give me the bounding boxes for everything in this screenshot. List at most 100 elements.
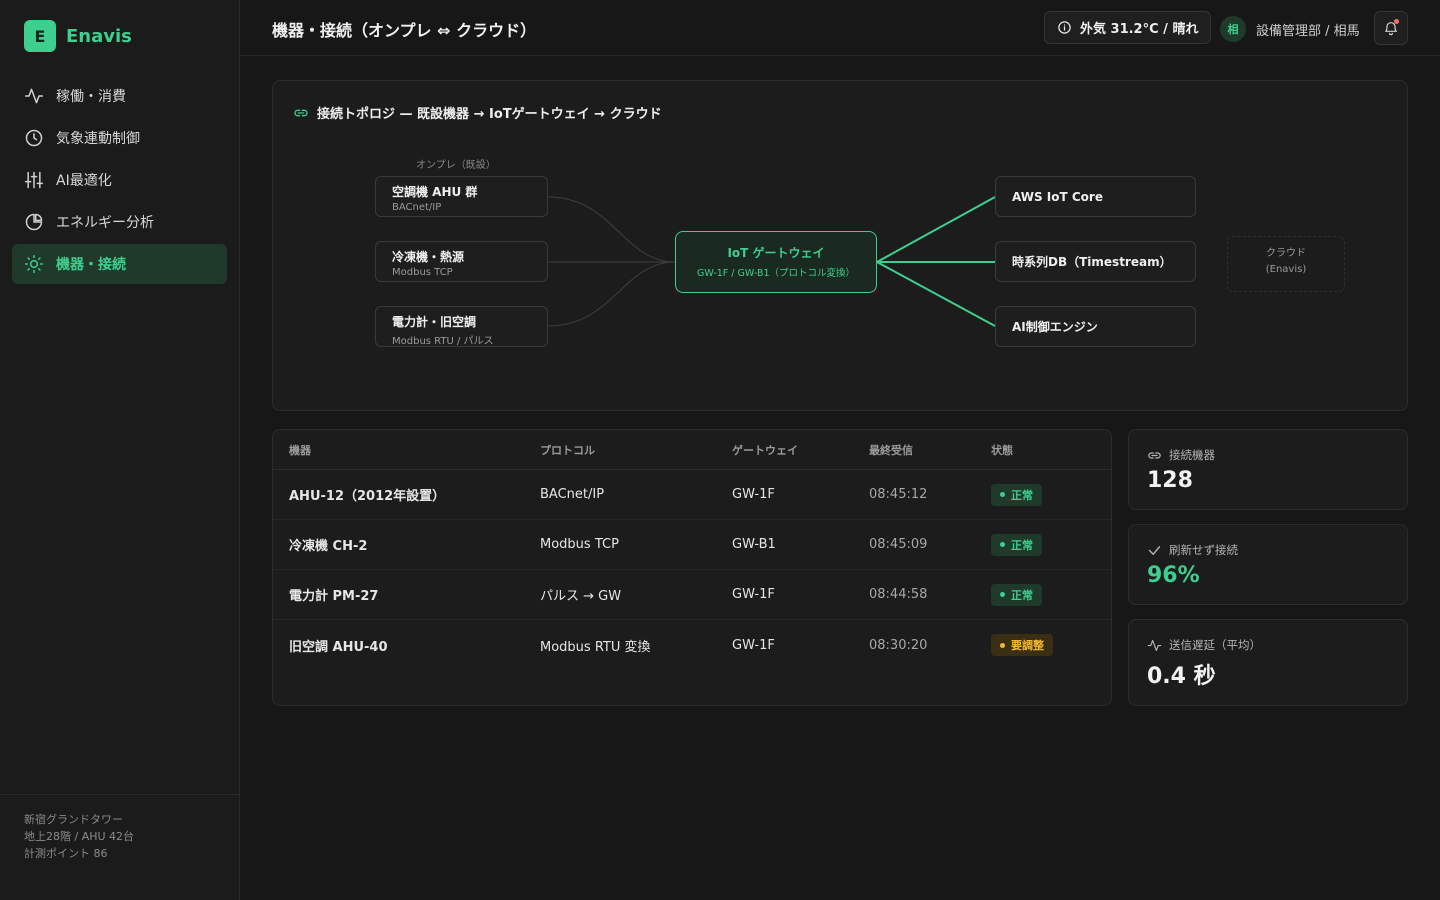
building-floors: 地上28階 / AHU 42台: [24, 830, 135, 843]
sliders-icon: [24, 171, 44, 189]
link-icon: [1148, 451, 1161, 459]
status-badge: 正常: [991, 533, 1042, 556]
stat-value: 96%: [1147, 563, 1200, 588]
col-device[interactable]: 機器: [289, 442, 311, 458]
link-gateway-iotcore: [876, 196, 996, 263]
cloud-group-label: クラウド (Enavis): [1227, 236, 1345, 292]
cell-gateway: GW-B1: [732, 537, 776, 552]
node-aws-iot-core[interactable]: AWS IoT Core: [995, 176, 1196, 217]
node-chiller[interactable]: 冷凍機・熱源 Modbus TCP: [375, 241, 548, 282]
stat-label-text: 接続機器: [1169, 448, 1215, 462]
cloud-label: クラウド: [1266, 248, 1306, 259]
node-timestream[interactable]: 時系列DB（Timestream）: [995, 241, 1196, 282]
node-title: 空調機 AHU 群: [392, 185, 478, 199]
cell-gateway: GW-1F: [732, 587, 775, 602]
user-menu[interactable]: 相 設備管理部 / 相馬: [1220, 16, 1360, 42]
sidebar-nav: 稼働・消費 気象連動制御 AI最適化 エネルギー分析 機器・接続: [12, 76, 227, 286]
sidebar-item-label: 稼働・消費: [56, 89, 126, 105]
header: 機器・接続（オンプレ ⇔ クラウド） 外気 31.2°C / 晴れ 相 設備管理…: [240, 0, 1440, 56]
sidebar-item-label: 機器・接続: [56, 257, 126, 273]
col-protocol[interactable]: プロトコル: [540, 442, 595, 458]
gateway-title: IoT ゲートウェイ: [727, 246, 825, 260]
onprem-label: オンプレ（既設）: [416, 160, 496, 171]
node-power-meter[interactable]: 電力計・旧空調 Modbus RTU / パルス: [375, 306, 548, 347]
check-icon: [1148, 545, 1161, 555]
gateway-sub: GW-1F / GW-B1（プロトコル変換）: [696, 268, 856, 279]
sidebar-item-weather-control[interactable]: 気象連動制御: [12, 118, 227, 158]
table-header: 機器 プロトコル ゲートウェイ 最終受信 状態: [273, 430, 1111, 470]
stat-label: 接続機器: [1147, 447, 1215, 463]
node-ahu-group[interactable]: 空調機 AHU 群 BACnet/IP: [375, 176, 548, 217]
brand-name: Enavis: [66, 25, 132, 47]
col-status[interactable]: 状態: [991, 442, 1013, 458]
cell-device: 冷凍機 CH-2: [289, 539, 368, 554]
link-ahu-gateway: [547, 196, 676, 263]
weather-text: 外気 31.2°C / 晴れ: [1080, 22, 1199, 37]
sidebar-item-devices[interactable]: 機器・接続: [12, 244, 227, 284]
cell-last-received: 08:45:12: [869, 487, 928, 502]
node-protocol: BACnet/IP: [392, 202, 442, 213]
sidebar-item-operation[interactable]: 稼働・消費: [12, 76, 227, 116]
cell-last-received: 08:45:09: [869, 537, 928, 552]
cell-protocol: パルス → GW: [540, 589, 622, 604]
stat-value: 0.4 秒: [1147, 664, 1216, 689]
stat-label: 刷新せず接続: [1147, 542, 1238, 558]
sidebar-item-ai-optimize[interactable]: AI最適化: [12, 160, 227, 200]
node-protocol: Modbus TCP: [392, 267, 453, 278]
col-gateway[interactable]: ゲートウェイ: [732, 442, 798, 458]
building-info: 新宿グランドタワー 地上28階 / AHU 42台 計測ポイント 86: [0, 794, 239, 900]
sidebar-item-label: エネルギー分析: [56, 215, 154, 231]
sidebar: E Enavis 稼働・消費 気象連動制御 AI最適化 エネルギー分析 機器・接…: [0, 0, 240, 900]
cell-protocol: Modbus RTU 変換: [540, 639, 651, 655]
link-gateway-ai: [876, 261, 996, 327]
table-row[interactable]: 冷凍機 CH-2 Modbus TCP GW-B1 08:45:09 正常: [273, 520, 1111, 570]
activity-icon: [1147, 639, 1162, 651]
node-title: 電力計・旧空調: [392, 315, 477, 329]
node-ai-engine[interactable]: AI制御エンジン: [995, 306, 1196, 347]
node-iot-gateway[interactable]: IoT ゲートウェイ GW-1F / GW-B1（プロトコル変換）: [675, 231, 877, 293]
cell-gateway: GW-1F: [732, 487, 775, 502]
status-badge: 要調整: [991, 634, 1053, 656]
node-title: AWS IoT Core: [1012, 189, 1103, 204]
sun-icon: [24, 254, 44, 274]
cell-last-received: 08:44:58: [869, 587, 928, 602]
status-badge: 正常: [991, 583, 1042, 606]
stat-label: 送信遅延（平均）: [1147, 637, 1261, 653]
user-name: 設備管理部 / 相馬: [1256, 23, 1360, 39]
node-title: AI制御エンジン: [1012, 320, 1098, 334]
cell-device: AHU-12（2012年設置）: [289, 489, 446, 504]
sidebar-item-label: 気象連動制御: [56, 131, 140, 147]
activity-icon: [24, 88, 44, 104]
weather-badge[interactable]: 外気 31.2°C / 晴れ: [1044, 11, 1212, 44]
sidebar-item-energy-analysis[interactable]: エネルギー分析: [12, 202, 227, 242]
topology-card: 接続トポロジ — 既設機器 → IoTゲートウェイ → クラウド オンプレ（既設…: [272, 80, 1408, 411]
brand-logo: E: [24, 20, 56, 52]
col-last-received[interactable]: 最終受信: [869, 442, 913, 458]
device-table: 機器 プロトコル ゲートウェイ 最終受信 状態 AHU-12（2012年設置） …: [272, 429, 1112, 706]
table-row[interactable]: AHU-12（2012年設置） BACnet/IP GW-1F 08:45:12…: [273, 470, 1111, 520]
stat-label-text: 刷新せず接続: [1169, 543, 1238, 557]
stat-label-text: 送信遅延（平均）: [1169, 638, 1261, 652]
cell-device: 電力計 PM-27: [289, 589, 379, 604]
page-title: 機器・接続（オンプレ ⇔ クラウド）: [272, 21, 537, 40]
table-row[interactable]: 電力計 PM-27 パルス → GW GW-1F 08:44:58 正常: [273, 570, 1111, 620]
table-row[interactable]: 旧空調 AHU-40 Modbus RTU 変換 GW-1F 08:30:20 …: [273, 620, 1111, 670]
stat-latency: 送信遅延（平均） 0.4 秒: [1128, 619, 1408, 706]
stat-value: 128: [1147, 468, 1193, 493]
node-title: 冷凍機・熱源: [392, 250, 465, 264]
link-meter-gateway: [547, 261, 676, 327]
stat-no-retrofit: 刷新せず接続 96%: [1128, 524, 1408, 605]
cell-protocol: Modbus TCP: [540, 537, 619, 552]
notifications-button[interactable]: [1374, 11, 1408, 45]
avatar: 相: [1220, 16, 1246, 42]
cell-gateway: GW-1F: [732, 637, 775, 653]
node-title: 時系列DB（Timestream）: [1012, 255, 1172, 269]
brand[interactable]: E Enavis: [24, 20, 132, 52]
info-icon: [1058, 21, 1071, 34]
building-points: 計測ポイント 86: [24, 847, 108, 860]
cell-protocol: BACnet/IP: [540, 487, 605, 502]
cell-device: 旧空調 AHU-40: [289, 639, 388, 655]
pie-chart-icon: [25, 213, 43, 231]
status-badge: 正常: [991, 483, 1042, 506]
clock-icon: [25, 129, 43, 147]
